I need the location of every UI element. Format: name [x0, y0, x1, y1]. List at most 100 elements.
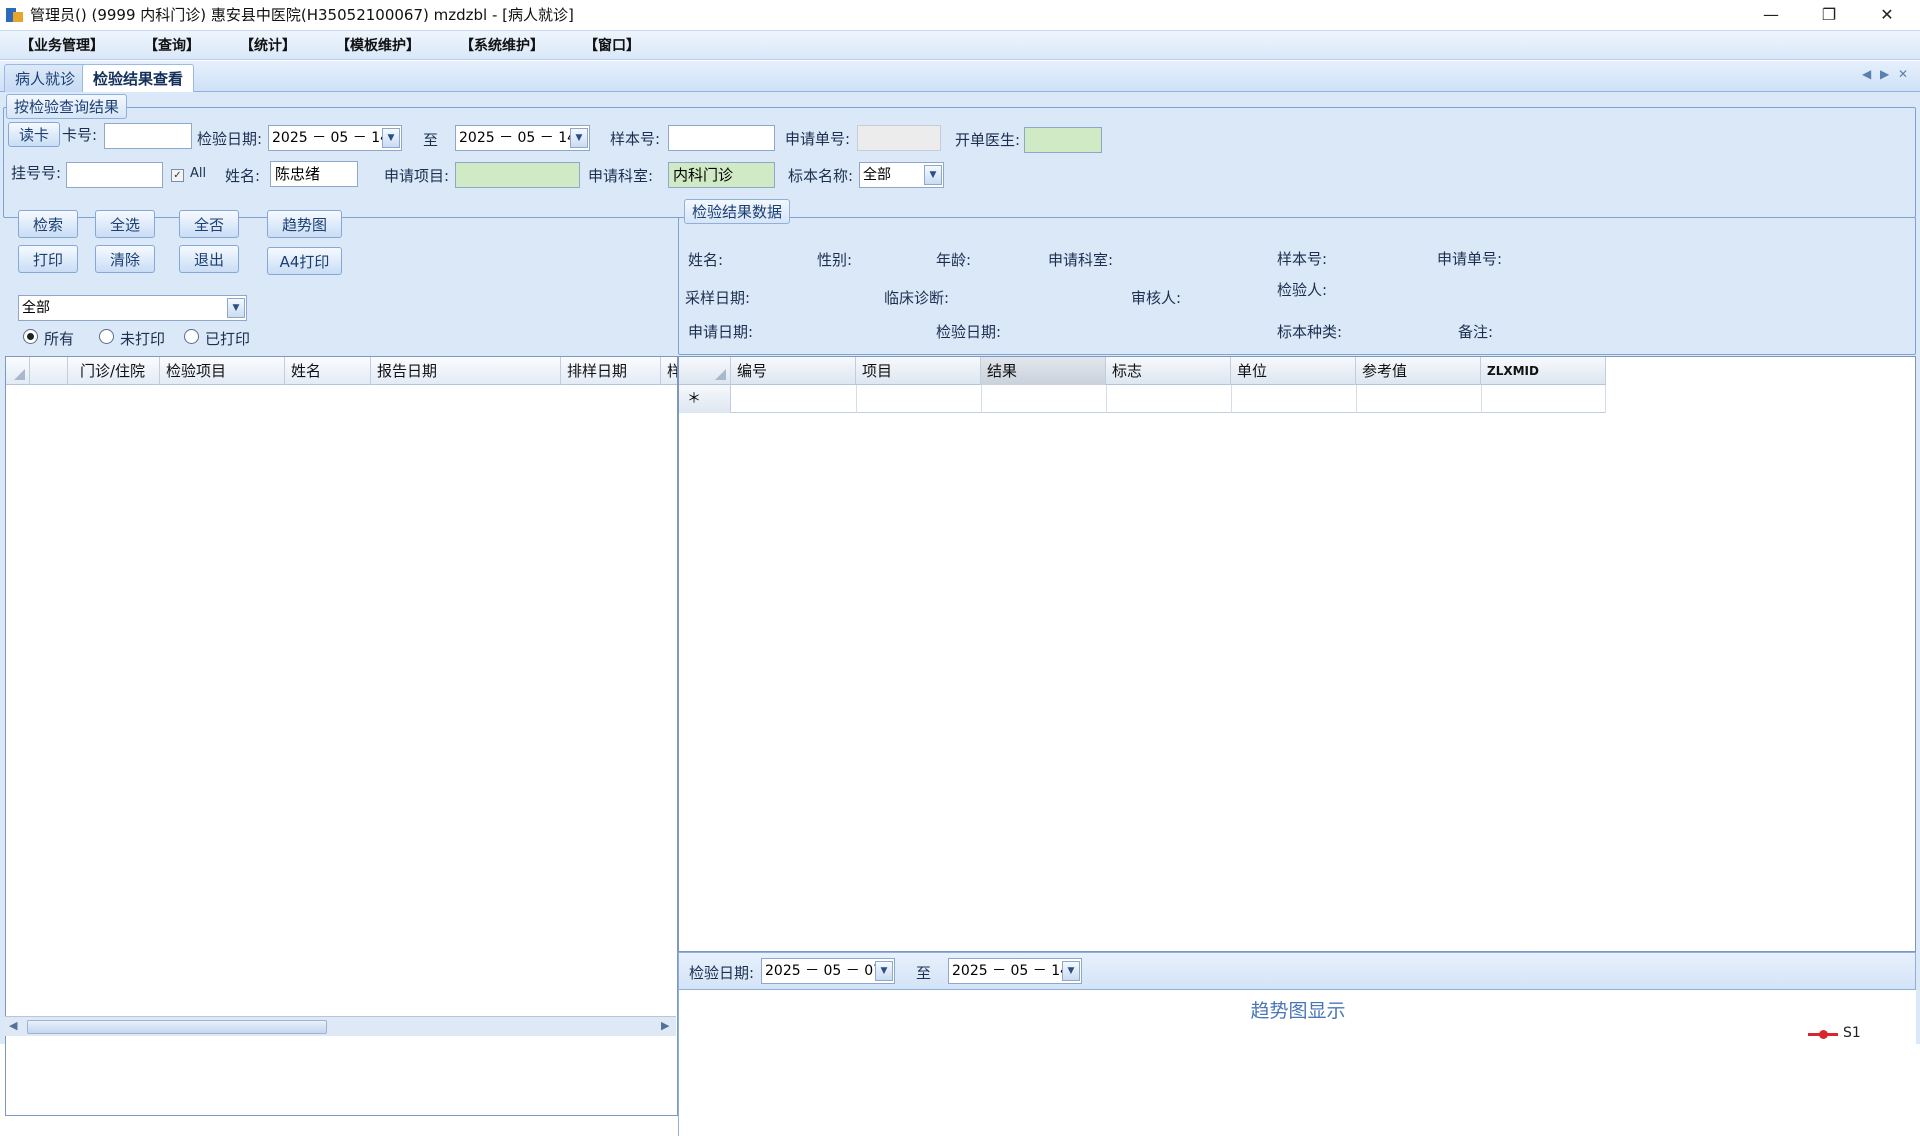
tab-scroll-right-icon[interactable]: ▶	[1880, 67, 1889, 81]
title-bar: 管理员() (9999 内科门诊) 惠安县中医院(H35052100067) m…	[0, 0, 1920, 29]
chevron-down-icon[interactable]: ▼	[875, 961, 893, 981]
result-remark-label: 备注:	[1458, 323, 1494, 341]
close-window-button[interactable]: ✕	[1858, 0, 1916, 29]
request-no-input[interactable]	[857, 125, 941, 151]
sample-no-input[interactable]	[668, 125, 775, 151]
chevron-down-icon[interactable]: ▼	[924, 165, 942, 185]
minimize-button[interactable]: —	[1742, 0, 1800, 29]
result-grid-corner[interactable]	[679, 357, 731, 385]
radio-unprinted[interactable]	[99, 329, 114, 344]
clear-button[interactable]: 清除	[95, 245, 155, 273]
trend-chart-button[interactable]: 趋势图	[267, 210, 342, 238]
menu-template[interactable]: 【模板维护】	[336, 35, 420, 55]
chevron-down-icon[interactable]: ▼	[227, 298, 245, 318]
chevron-down-icon[interactable]: ▼	[1062, 961, 1080, 981]
result-name-label: 姓名:	[688, 251, 724, 269]
select-all-button[interactable]: 全选	[95, 210, 155, 238]
sample-no-label: 样本号:	[610, 130, 661, 148]
reg-no-input[interactable]	[66, 162, 163, 188]
request-item-input[interactable]	[455, 162, 580, 188]
trend-date-from-value: 2025 － 05 － 07	[765, 963, 883, 979]
left-grid-header: 门诊/住院 检验项目 姓名 报告日期 排样日期 样	[6, 357, 677, 385]
request-item-label: 申请项目:	[384, 167, 450, 185]
column-visit-type[interactable]: 门诊/住院	[68, 357, 160, 385]
to-label: 至	[423, 131, 439, 149]
tab-scroll-left-icon[interactable]: ◀	[1862, 67, 1871, 81]
result-sex-label: 性别:	[817, 251, 853, 269]
tab-close-icon[interactable]: ✕	[1898, 67, 1908, 81]
reg-no-label: 挂号号:	[11, 164, 62, 182]
tab-lab-results[interactable]: 检验结果查看	[82, 64, 195, 92]
result-reviewer-label: 审核人:	[1131, 289, 1182, 307]
request-dept-label: 申请科室:	[588, 167, 654, 185]
radio-printed-label: 已打印	[205, 330, 251, 348]
main-form: 按检验查询结果 读卡 卡号: 检验日期: 2025 － 05 － 14 ▼ 至 …	[0, 92, 1920, 1136]
menu-window[interactable]: 【窗口】	[584, 35, 640, 55]
column-check[interactable]	[30, 357, 68, 385]
column-zlxmid[interactable]: ZLXMID	[1481, 357, 1606, 385]
left-grid-horizontal-scrollbar[interactable]: ◀ ▶	[5, 1016, 676, 1036]
date-from-picker[interactable]: 2025 － 05 － 14 ▼	[268, 125, 402, 151]
specimen-select[interactable]: 全部 ▼	[859, 162, 944, 188]
column-name[interactable]: 姓名	[285, 357, 371, 385]
new-row-marker: ＊	[679, 385, 731, 413]
menu-business[interactable]: 【业务管理】	[20, 35, 104, 55]
column-flag[interactable]: 标志	[1106, 357, 1231, 385]
date-from-value: 2025 － 05 － 14	[272, 130, 390, 146]
menu-bar: 【业务管理】 【查询】 【统计】 【模板维护】 【系统维护】 【窗口】	[0, 30, 1920, 60]
request-no-label: 申请单号:	[785, 130, 851, 148]
radio-unprinted-label: 未打印	[120, 330, 166, 348]
result-sample-no-label: 样本号:	[1277, 250, 1328, 268]
trend-date-from-picker[interactable]: 2025 － 05 － 07 ▼	[761, 958, 895, 984]
menu-system[interactable]: 【系统维护】	[460, 35, 544, 55]
menu-statistics[interactable]: 【统计】	[240, 35, 296, 55]
radio-all[interactable]	[23, 329, 38, 344]
restore-button[interactable]: ❐	[1800, 0, 1858, 29]
trend-chart-area: 趋势图显示 S1	[678, 990, 1916, 1136]
result-items-grid[interactable]: 编号 项目 结果 标志 单位 参考值 ZLXMID ＊	[678, 356, 1916, 952]
column-reference[interactable]: 参考值	[1356, 357, 1481, 385]
column-report-date[interactable]: 报告日期	[371, 357, 561, 385]
trend-date-to-value: 2025 － 05 － 14	[952, 963, 1070, 979]
read-card-button[interactable]: 读卡	[8, 122, 60, 147]
exit-button[interactable]: 退出	[179, 245, 239, 273]
column-code[interactable]: 编号	[731, 357, 856, 385]
scroll-right-icon[interactable]: ▶	[661, 1019, 669, 1032]
a4-print-button[interactable]: A4打印	[267, 247, 342, 275]
all-checkbox[interactable]: ✓	[171, 169, 184, 182]
column-sample[interactable]: 样	[661, 357, 677, 385]
column-test-item[interactable]: 检验项目	[160, 357, 285, 385]
column-unit[interactable]: 单位	[1231, 357, 1356, 385]
doctor-label: 开单医生:	[955, 131, 1021, 149]
menu-query[interactable]: 【查询】	[144, 35, 200, 55]
request-dept-input[interactable]: 内科门诊	[668, 162, 775, 188]
select-none-button[interactable]: 全否	[179, 210, 239, 238]
column-result[interactable]: 结果	[981, 357, 1106, 385]
chevron-down-icon[interactable]: ▼	[570, 128, 588, 148]
result-caption: 检验结果数据	[684, 199, 791, 224]
date-to-value: 2025 － 05 － 14	[459, 130, 577, 146]
result-request-date-label: 申请日期:	[688, 323, 754, 341]
chevron-down-icon[interactable]: ▼	[382, 128, 400, 148]
app-icon	[6, 6, 24, 24]
column-sort-date[interactable]: 排样日期	[561, 357, 661, 385]
tab-patient-visit[interactable]: 病人就诊	[4, 64, 87, 92]
print-button[interactable]: 打印	[18, 245, 78, 273]
card-no-input[interactable]	[104, 123, 192, 149]
search-button[interactable]: 检索	[18, 210, 78, 238]
trend-date-to-picker[interactable]: 2025 － 05 － 14 ▼	[948, 958, 1082, 984]
doctor-input[interactable]	[1024, 127, 1102, 153]
left-results-grid[interactable]: 门诊/住院 检验项目 姓名 报告日期 排样日期 样	[5, 356, 678, 1116]
filter-select[interactable]: 全部 ▼	[18, 295, 247, 321]
scroll-left-icon[interactable]: ◀	[9, 1019, 17, 1032]
column-item[interactable]: 项目	[856, 357, 981, 385]
radio-printed[interactable]	[184, 329, 199, 344]
date-to-picker[interactable]: 2025 － 05 － 14 ▼	[455, 125, 590, 151]
result-test-date-label: 检验日期:	[936, 323, 1002, 341]
test-date-label: 检验日期:	[197, 130, 263, 148]
name-input[interactable]: 陈忠绪	[270, 161, 358, 187]
select-all-corner[interactable]	[6, 357, 30, 385]
new-row[interactable]: ＊	[679, 385, 1606, 413]
scrollbar-thumb[interactable]	[27, 1020, 327, 1034]
card-no-label: 卡号:	[62, 126, 98, 144]
